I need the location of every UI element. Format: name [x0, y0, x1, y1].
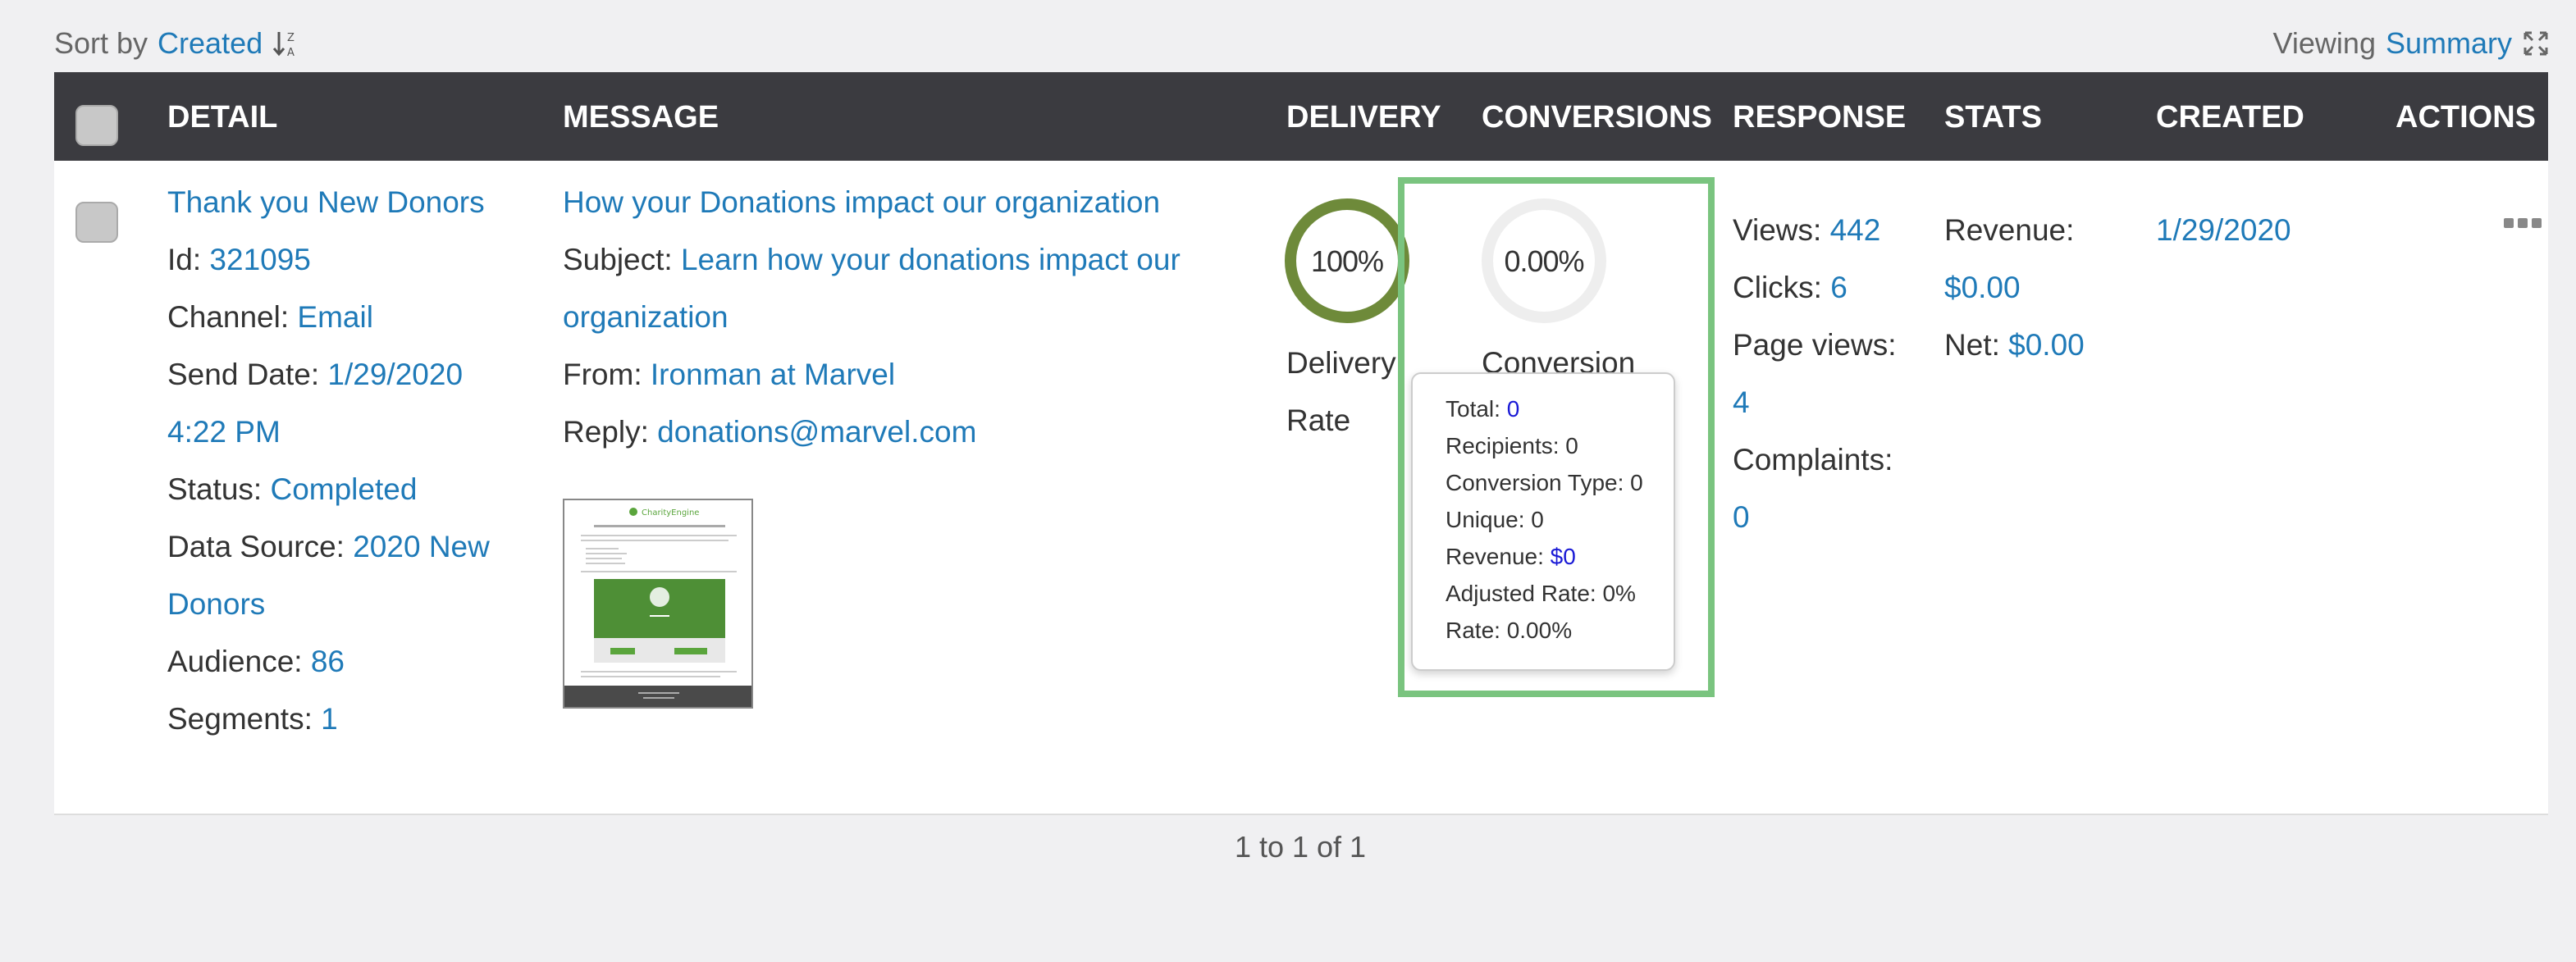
communication-name-link[interactable]: Thank you New Donors — [167, 185, 485, 219]
col-actions: ACTIONS — [2396, 100, 2536, 134]
message-title-link[interactable]: How your Donations impact our organizati… — [563, 185, 1160, 219]
tooltip-rate: Rate: 0.00% — [1446, 618, 1573, 643]
segments-link[interactable]: 1 — [321, 702, 338, 736]
tooltip-conversion-type: Conversion Type: 0 — [1446, 470, 1643, 495]
sort-label: Sort by — [54, 26, 148, 60]
thumbnail-brand: CharityEngine — [642, 508, 699, 517]
complaints-link[interactable]: 0 — [1733, 500, 1750, 534]
subject-link-cont[interactable]: organization — [563, 300, 728, 334]
subject-link[interactable]: Learn how your donations impact our — [681, 243, 1181, 276]
from-link[interactable]: Ironman at Marvel — [651, 358, 895, 391]
delivery-rate-donut[interactable]: 100% — [1283, 197, 1411, 328]
channel-link[interactable]: Email — [297, 300, 373, 334]
col-message[interactable]: MESSAGE — [563, 100, 719, 135]
view-label: Viewing — [2272, 26, 2376, 60]
views-link[interactable]: 442 — [1830, 213, 1881, 247]
tooltip-adjusted-rate: Adjusted Rate: 0% — [1446, 581, 1636, 606]
reply-link[interactable]: donations@marvel.com — [657, 415, 976, 449]
page-views-link[interactable]: 4 — [1733, 385, 1750, 419]
delivery-rate-value: 100% — [1310, 244, 1384, 278]
pagination-summary: 1 to 1 of 1 — [1234, 830, 1367, 864]
id-link[interactable]: 321095 — [209, 243, 310, 276]
created-cell: 1/29/2020 — [2156, 202, 2336, 259]
col-response[interactable]: RESPONSE — [1733, 100, 1906, 135]
response-cell: Views: 442 Clicks: 6 Page views: 4 Compl… — [1733, 213, 1897, 534]
revenue-link[interactable]: $0.00 — [1944, 271, 2021, 304]
data-source-link-cont[interactable]: Donors — [167, 587, 265, 621]
table-header: DETAIL MESSAGE DELIVERY CONVERSIONS RESP… — [54, 72, 2548, 161]
tooltip-revenue[interactable]: $0 — [1551, 544, 1576, 569]
row-checkbox[interactable] — [75, 202, 118, 243]
tooltip-total[interactable]: 0 — [1507, 396, 1520, 422]
col-created[interactable]: CREATED — [2156, 100, 2304, 135]
col-delivery[interactable]: DELIVERY — [1286, 100, 1441, 135]
stats-cell: Revenue: $0.00 Net: $0.00 — [1944, 213, 2085, 362]
created-date-link[interactable]: 1/29/2020 — [2156, 213, 2291, 247]
email-thumbnail[interactable]: CharityEngine — [563, 499, 753, 709]
audience-link[interactable]: 86 — [311, 645, 345, 678]
sort-direction-icon[interactable]: ZA — [272, 29, 302, 59]
view-value-link[interactable]: Summary — [2386, 26, 2512, 61]
send-date-link[interactable]: 1/29/2020 — [327, 358, 463, 391]
detail-cell: Thank you New Donors Id: 321095 Channel:… — [167, 185, 490, 736]
select-all-checkbox[interactable] — [75, 105, 118, 146]
view-bar: Viewing Summary — [2273, 26, 2550, 61]
net-link[interactable]: $0.00 — [2008, 328, 2085, 362]
message-cell: How your Donations impact our organizati… — [563, 185, 1181, 449]
data-source-link[interactable]: 2020 New — [353, 530, 490, 563]
col-stats[interactable]: STATS — [1944, 100, 2042, 135]
expand-icon[interactable] — [2522, 30, 2550, 57]
svg-text:A: A — [287, 47, 295, 58]
tooltip-recipients: Recipients: 0 — [1446, 433, 1578, 458]
col-conversions[interactable]: CONVERSIONS — [1482, 100, 1712, 135]
svg-text:Z: Z — [287, 32, 295, 44]
more-actions-icon[interactable] — [2504, 218, 2542, 228]
send-time-link[interactable]: 4:22 PM — [167, 415, 281, 449]
sort-value-link[interactable]: Created — [158, 26, 263, 61]
sort-bar: Sort by Created ZA — [54, 26, 302, 61]
clicks-link[interactable]: 6 — [1830, 271, 1848, 304]
tooltip-unique: Unique: 0 — [1446, 507, 1544, 532]
status-link[interactable]: Completed — [270, 472, 417, 506]
conversion-tooltip: Total: 0 Recipients: 0 Conversion Type: … — [1411, 372, 1675, 671]
col-detail[interactable]: DETAIL — [167, 100, 277, 135]
